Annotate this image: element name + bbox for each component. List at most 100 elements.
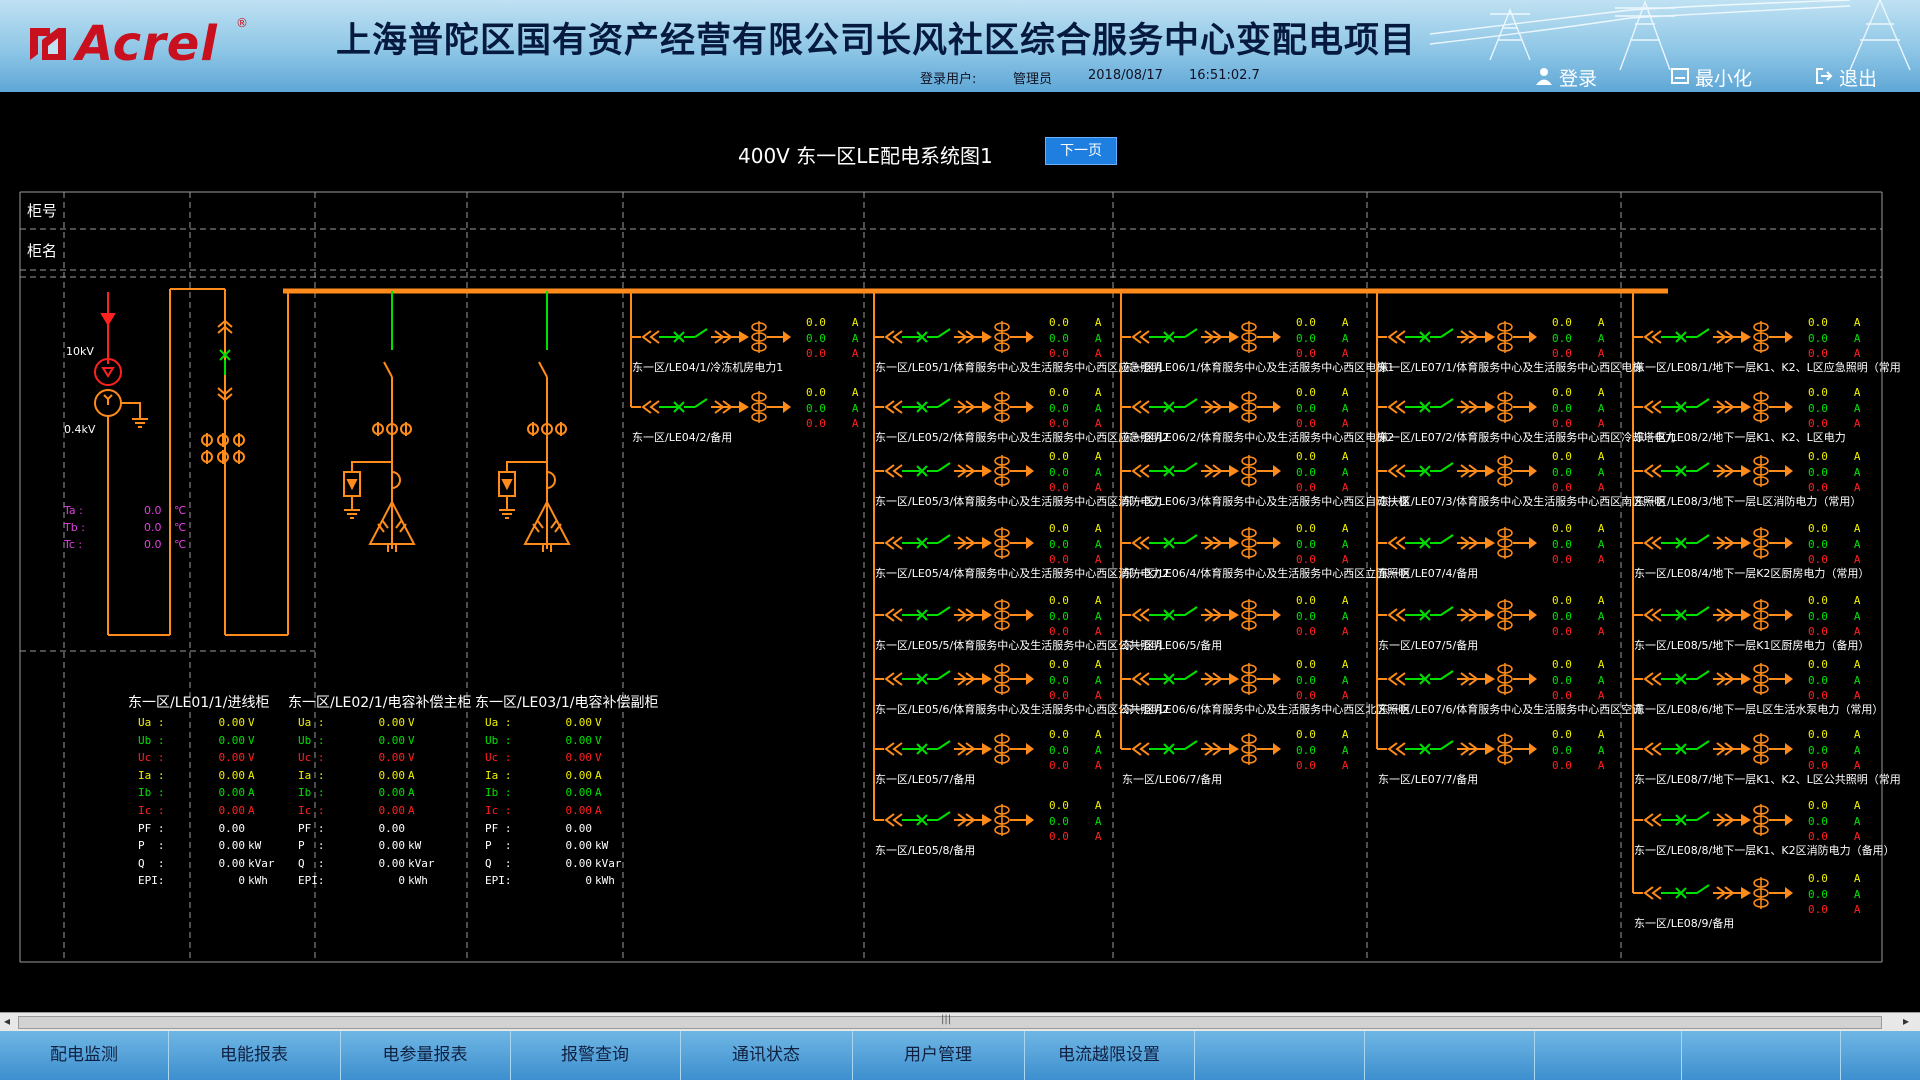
- current-reading: 0.0 A: [1049, 449, 1102, 465]
- param-value: 0.00: [378, 821, 406, 835]
- feeder-current-readings: 0.0 A 0.0 A 0.0 A: [1296, 657, 1349, 704]
- current-reading: 0.0 A: [1808, 887, 1861, 903]
- current-value: 0.0: [1808, 465, 1828, 479]
- nav-item-5[interactable]: 通讯状态: [680, 1031, 853, 1080]
- param-row: Ic : 0.00 A: [298, 802, 443, 820]
- param-value: 0.00: [378, 733, 406, 747]
- feeder-name-label: 东一区/LE06/5/备用: [1122, 639, 1223, 652]
- nav-item-2[interactable]: 电能报表: [168, 1031, 341, 1080]
- param-label: Q :: [138, 856, 165, 870]
- current-unit: A: [1341, 401, 1349, 415]
- nav-item-3[interactable]: 电参量报表: [340, 1031, 511, 1080]
- detail-panel-title: 东一区/LE03/1/电容补偿副柜: [475, 695, 659, 711]
- current-value: 0.0: [1049, 386, 1069, 399]
- nav-item-1[interactable]: 配电监测: [0, 1031, 169, 1080]
- nav-item-9[interactable]: [1364, 1031, 1535, 1080]
- param-label: Ib :: [138, 786, 165, 800]
- param-row: EPI: 0 kWh: [138, 872, 283, 890]
- feeder-current-readings: 0.0 A 0.0 A 0.0 A: [1552, 315, 1605, 362]
- logo-text: Acrel: [76, 16, 218, 72]
- current-unit: A: [1597, 553, 1605, 566]
- minimize-button-label: 最小化: [1695, 68, 1753, 90]
- current-reading: 0.0 A: [1552, 521, 1605, 537]
- param-row: Ib : 0.00 A: [138, 784, 283, 802]
- current-unit: A: [1341, 331, 1349, 345]
- param-unit: V: [595, 716, 602, 729]
- current-value: 0.0: [1049, 594, 1069, 607]
- feeder-name-label: 东一区/LE06/2/体育服务中心及生活服务中心西区电梯2: [1122, 431, 1395, 444]
- current-unit: A: [1853, 814, 1861, 828]
- horizontal-scrollbar[interactable]: ◂ ||| ▸: [0, 1012, 1920, 1031]
- current-reading: 0.0 A: [1552, 609, 1605, 625]
- feeder-name-label: 东一区/LE06/1/体育服务中心及生活服务中心西区电梯1: [1122, 361, 1395, 374]
- param-unit: V: [595, 733, 602, 747]
- current-unit: A: [1853, 872, 1861, 885]
- current-unit: A: [1597, 743, 1605, 757]
- scroll-right-arrow-icon[interactable]: ▸: [1903, 1014, 1909, 1028]
- param-unit: A: [248, 786, 255, 800]
- current-value: 0.0: [1552, 537, 1572, 551]
- current-value: 0.0: [1049, 673, 1069, 687]
- feeder-symbol-icon: [1633, 877, 1793, 909]
- param-row: Q : 0.00 kVar: [485, 855, 630, 873]
- feeder-symbol-icon: [1633, 455, 1793, 487]
- current-value: 0.0: [1296, 401, 1316, 415]
- minimize-button[interactable]: 最小化: [1671, 64, 1752, 91]
- current-value: 0.0: [1808, 386, 1828, 399]
- param-label: Q :: [485, 856, 512, 870]
- param-value: 0.00: [565, 821, 593, 835]
- scrollbar-thumb[interactable]: |||: [18, 1014, 1882, 1029]
- nav-item-4[interactable]: 报警查询: [510, 1031, 681, 1080]
- exit-button[interactable]: 退出: [1815, 64, 1877, 91]
- current-reading: 0.0 A: [1808, 401, 1861, 417]
- param-label: Q :: [298, 856, 325, 870]
- nav-item-10[interactable]: [1534, 1031, 1682, 1080]
- current-unit: A: [1341, 625, 1349, 638]
- current-date: 2018/08/17: [1088, 68, 1163, 83]
- current-unit: A: [1853, 401, 1861, 415]
- current-value: 0.0: [1049, 814, 1069, 828]
- current-reading: 0.0 A: [1296, 331, 1349, 347]
- current-value: 0.0: [1296, 609, 1316, 623]
- param-value: 0.00: [378, 751, 406, 765]
- transformer-temp-unit: ℃: [174, 504, 187, 517]
- feeder-symbol-icon: [1121, 599, 1281, 631]
- login-button[interactable]: 登录: [1535, 64, 1597, 91]
- current-unit: A: [1094, 594, 1102, 607]
- ground-icon: [344, 496, 360, 519]
- current-reading: 0.0 A: [1552, 315, 1605, 331]
- feeder-current-readings: 0.0 A 0.0 A 0.0 A: [1808, 385, 1861, 432]
- current-value: 0.0: [1808, 903, 1828, 916]
- nav-item-6[interactable]: 用户管理: [852, 1031, 1025, 1080]
- current-unit: A: [1597, 465, 1605, 479]
- feeder-current-readings: 0.0 A 0.0 A 0.0 A: [1296, 315, 1349, 362]
- user-icon: [1535, 67, 1553, 90]
- param-row: Q : 0.00 kVar: [138, 855, 283, 873]
- nav-item-7[interactable]: 电流越限设置: [1024, 1031, 1195, 1080]
- current-reading: 0.0 A: [1049, 521, 1102, 537]
- feeder-name-label: 东一区/LE06/4/体育服务中心及生活服务中心西区立面照明: [1122, 567, 1410, 580]
- param-value: 0: [585, 874, 592, 888]
- current-reading: 0.0 A: [1296, 673, 1349, 689]
- param-value: 0.00: [218, 751, 246, 765]
- param-value: 0.00: [565, 803, 593, 817]
- feeder-symbol-icon: [1377, 599, 1537, 631]
- feeder-symbol-icon: [1121, 455, 1281, 487]
- scrollbar-grip: |||: [941, 1014, 952, 1025]
- param-value: 0.00: [378, 803, 406, 817]
- feeder-current-readings: 0.0 A 0.0 A 0.0 A: [1808, 449, 1861, 496]
- current-reading: 0.0 A: [806, 346, 859, 362]
- param-label: EPI:: [485, 874, 512, 888]
- nav-item-8[interactable]: [1194, 1031, 1365, 1080]
- param-label: EPI:: [298, 874, 325, 888]
- param-label: Ub :: [138, 733, 165, 747]
- current-value: 0.0: [1296, 450, 1316, 463]
- scroll-left-arrow-icon[interactable]: ◂: [4, 1014, 10, 1028]
- current-value: 0.0: [1049, 728, 1069, 741]
- current-reading: 0.0 A: [1049, 593, 1102, 609]
- current-value: 0.0: [1552, 522, 1572, 535]
- exit-icon: [1815, 67, 1833, 90]
- feeder-name-label: 东一区/LE07/6/体育服务中心及生活服务中心西区空调: [1378, 703, 1644, 716]
- param-value: 0.00: [565, 733, 593, 747]
- nav-item-11[interactable]: [1681, 1031, 1841, 1080]
